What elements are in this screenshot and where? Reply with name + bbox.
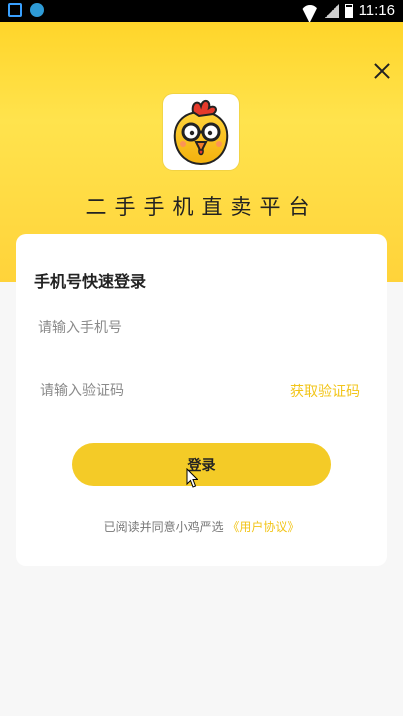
app-name: 二手手机直卖平台 (85, 195, 318, 219)
status-right-icons: 11:16 (301, 2, 395, 20)
mouse-cursor-icon (186, 468, 198, 488)
agreement-prefix: 已阅读并同意小鸡严选 (103, 520, 224, 534)
status-time: 11:16 (358, 2, 395, 19)
phone-input[interactable] (36, 318, 370, 336)
login-button[interactable]: 登录 (72, 443, 331, 486)
user-agreement-link[interactable]: 《用户协议》 (227, 520, 299, 534)
login-title: 手机号快速登录 (34, 272, 147, 291)
status-bar: 11:16 (0, 0, 403, 22)
lock-icon (8, 3, 22, 17)
app-logo (163, 94, 239, 170)
chicken-logo-icon (173, 100, 229, 166)
battery-icon (344, 4, 353, 18)
get-code-button[interactable]: 获取验证码 (290, 381, 360, 401)
status-left-icons (8, 3, 44, 17)
close-icon[interactable] (373, 62, 391, 80)
verification-code-input[interactable] (38, 381, 262, 399)
app-notification-icon (30, 3, 44, 17)
wifi-icon (301, 5, 319, 17)
login-card: 手机号快速登录 获取验证码 登录 已阅读并同意小鸡严选 《用户协议》 (16, 234, 387, 566)
agreement-text: 已阅读并同意小鸡严选 《用户协议》 (16, 518, 387, 535)
signal-icon (324, 4, 339, 18)
